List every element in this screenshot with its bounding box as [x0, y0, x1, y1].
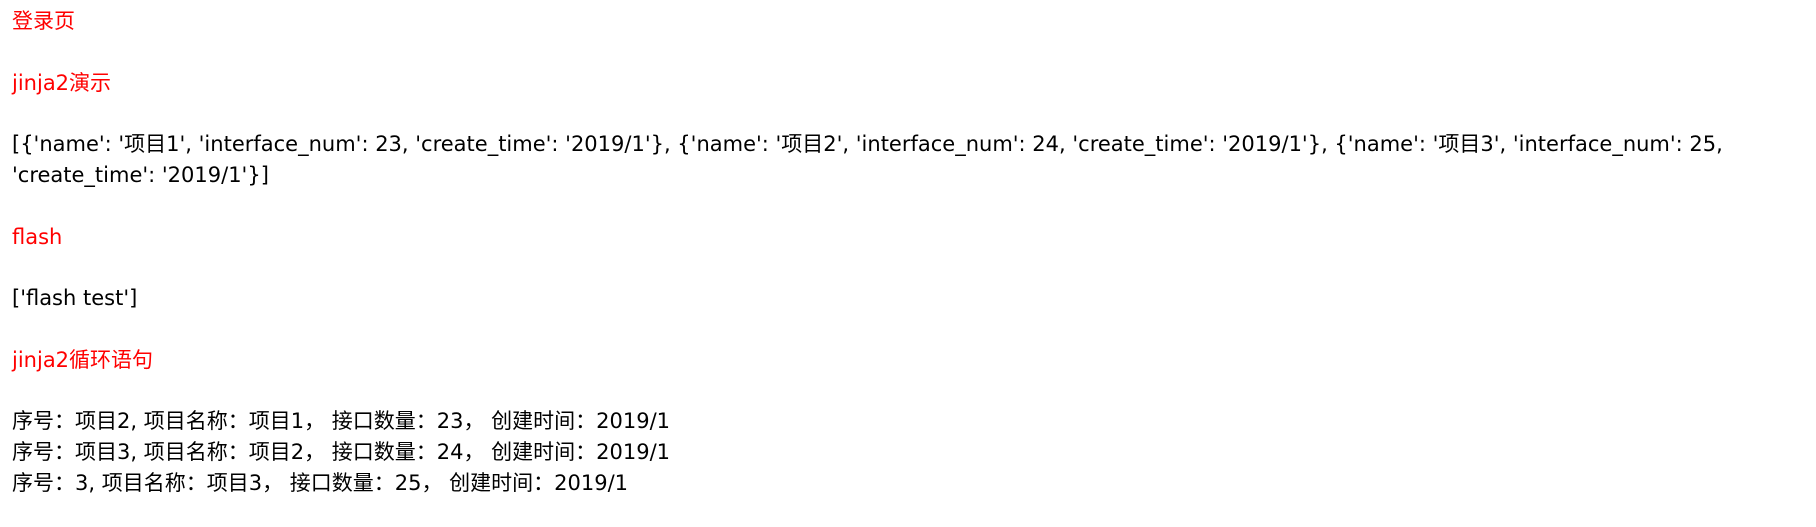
jinja2-loop-link[interactable]: jinja2循环语句 — [12, 348, 153, 372]
projects-raw-text: [{'name': '项目1', 'interface_num': 23, 'c… — [12, 132, 1723, 187]
loop-row: 序号：项目3, 项目名称：项目2， 接口数量：24， 创建时间：2019/1 — [12, 440, 671, 464]
login-link-row: 登录页 — [12, 5, 1804, 37]
login-page-link[interactable]: 登录页 — [12, 9, 75, 33]
loop-row: 序号：项目2, 项目名称：项目1， 接口数量：23， 创建时间：2019/1 — [12, 409, 671, 433]
flash-link-row: flash — [12, 221, 1804, 253]
page-content: 登录页 jinja2演示 [{'name': '项目1', 'interface… — [0, 0, 1816, 499]
jinja2-loop-link-row: jinja2循环语句 — [12, 344, 1804, 376]
loop-output-list: 序号：项目2, 项目名称：项目1， 接口数量：23， 创建时间：2019/1 序… — [12, 406, 1804, 499]
jinja2-demo-link-row: jinja2演示 — [12, 67, 1804, 99]
jinja2-demo-link[interactable]: jinja2演示 — [12, 71, 111, 95]
flash-messages-text: ['flash test'] — [12, 286, 138, 310]
flash-link[interactable]: flash — [12, 225, 62, 249]
loop-row: 序号：3, 项目名称：项目3， 接口数量：25， 创建时间：2019/1 — [12, 471, 629, 495]
